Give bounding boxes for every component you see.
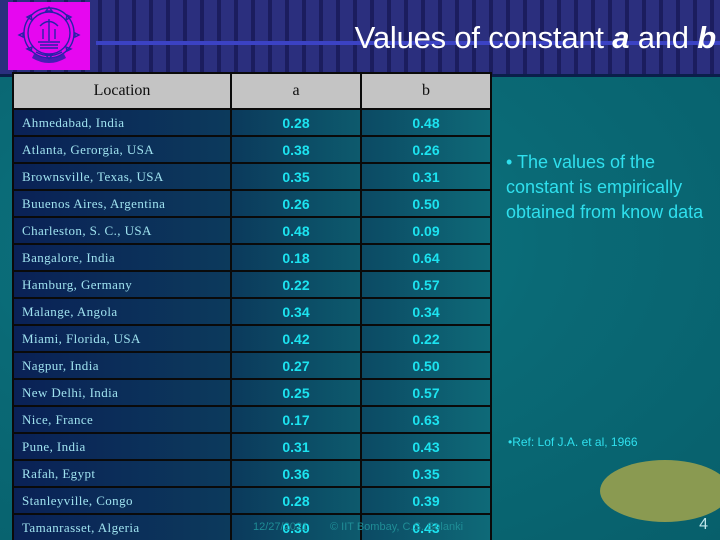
cell-value-a: 0.48: [230, 216, 362, 245]
cell-value-a: 0.18: [230, 243, 362, 272]
cell-value-a: 0.34: [230, 297, 362, 326]
constants-table: Location a b Ahmedabad, India 0.28 0.48 Atl…: [12, 72, 492, 540]
cell-location: Atlanta, Gerorgia, USA: [12, 135, 232, 164]
cell-value-a: 0.28: [230, 108, 362, 137]
table-row: Malange, Angola 0.34 0.34: [12, 297, 492, 326]
cell-value-a: 0.26: [230, 189, 362, 218]
cell-location: Nice, France: [12, 405, 232, 434]
cell-value-b: 0.22: [360, 324, 492, 353]
table-row: Nice, France 0.17 0.63: [12, 405, 492, 434]
cell-location: Miami, Florida, USA: [12, 324, 232, 353]
table-row: Brownsville, Texas, USA 0.35 0.31: [12, 162, 492, 191]
reference-note: •Ref: Lof J.A. et al, 1966: [508, 435, 638, 449]
cell-value-b: 0.31: [360, 162, 492, 191]
cell-location: Charleston, S. C., USA: [12, 216, 232, 245]
cell-value-b: 0.57: [360, 378, 492, 407]
table-row: Stanleyville, Congo 0.28 0.39: [12, 486, 492, 515]
cell-value-b: 0.48: [360, 108, 492, 137]
cell-location: Malange, Angola: [12, 297, 232, 326]
table-row: Bangalore, India 0.18 0.64: [12, 243, 492, 272]
constants-table-container: Location a b Ahmedabad, India 0.28 0.48 Atl…: [12, 72, 492, 540]
slide-footer: 12/27/2021 © IIT Bombay, C.S. Solanki: [0, 519, 720, 540]
title-middle: and: [629, 20, 698, 55]
table-row: Atlanta, Gerorgia, USA 0.38 0.26: [12, 135, 492, 164]
cell-value-a: 0.38: [230, 135, 362, 164]
cell-value-a: 0.28: [230, 486, 362, 515]
cell-location: Ahmedabad, India: [12, 108, 232, 137]
table-row: Buuenos Aires, Argentina 0.26 0.50: [12, 189, 492, 218]
table-row: Nagpur, India 0.27 0.50: [12, 351, 492, 380]
column-header-location: Location: [12, 72, 232, 110]
cell-value-b: 0.26: [360, 135, 492, 164]
page-number: 4: [699, 516, 708, 533]
cell-location: Hamburg, Germany: [12, 270, 232, 299]
page-title: Values of constant a and b: [354, 20, 717, 56]
table-header-row: Location a b: [12, 72, 492, 110]
column-header-a: a: [230, 72, 362, 110]
cell-location: Nagpur, India: [12, 351, 232, 380]
cell-location: New Delhi, India: [12, 378, 232, 407]
table-body: Ahmedabad, India 0.28 0.48 Atlanta, Gerorgi…: [12, 108, 492, 540]
table-row: Pune, India 0.31 0.43: [12, 432, 492, 461]
cell-location: Pune, India: [12, 432, 232, 461]
title-variable-b: b: [697, 20, 716, 55]
cell-value-b: 0.50: [360, 189, 492, 218]
cell-value-b: 0.39: [360, 486, 492, 515]
cell-value-b: 0.35: [360, 459, 492, 488]
cell-value-b: 0.63: [360, 405, 492, 434]
footer-date: 12/27/2021: [253, 521, 309, 533]
iit-bombay-logo-icon: [8, 2, 90, 70]
decorative-ellipse: [600, 460, 720, 522]
cell-value-b: 0.64: [360, 243, 492, 272]
table-row: Rafah, Egypt 0.36 0.35: [12, 459, 492, 488]
footer-credit: © IIT Bombay, C.S. Solanki: [330, 521, 464, 533]
cell-value-a: 0.27: [230, 351, 362, 380]
cell-location: Brownsville, Texas, USA: [12, 162, 232, 191]
bullet-note: • The values of the constant is empirica…: [506, 152, 704, 222]
table-row: Charleston, S. C., USA 0.48 0.09: [12, 216, 492, 245]
column-header-b: b: [360, 72, 492, 110]
cell-value-b: 0.09: [360, 216, 492, 245]
cell-value-a: 0.36: [230, 459, 362, 488]
cell-value-a: 0.31: [230, 432, 362, 461]
table-row: New Delhi, India 0.25 0.57: [12, 378, 492, 407]
cell-value-b: 0.43: [360, 432, 492, 461]
table-row: Ahmedabad, India 0.28 0.48: [12, 108, 492, 137]
cell-value-a: 0.35: [230, 162, 362, 191]
cell-value-a: 0.25: [230, 378, 362, 407]
table-row: Miami, Florida, USA 0.42 0.22: [12, 324, 492, 353]
slide-canvas: Values of constant a and b Location a b …: [0, 0, 720, 540]
cell-value-a: 0.42: [230, 324, 362, 353]
table-row: Hamburg, Germany 0.22 0.57: [12, 270, 492, 299]
title-variable-a: a: [612, 20, 630, 55]
title-prefix: Values of constant: [354, 20, 613, 55]
cell-value-b: 0.50: [360, 351, 492, 380]
cell-value-b: 0.34: [360, 297, 492, 326]
cell-location: Rafah, Egypt: [12, 459, 232, 488]
cell-location: Buuenos Aires, Argentina: [12, 189, 232, 218]
cell-location: Bangalore, India: [12, 243, 232, 272]
cell-value-a: 0.22: [230, 270, 362, 299]
cell-location: Stanleyville, Congo: [12, 486, 232, 515]
cell-value-a: 0.17: [230, 405, 362, 434]
cell-value-b: 0.57: [360, 270, 492, 299]
